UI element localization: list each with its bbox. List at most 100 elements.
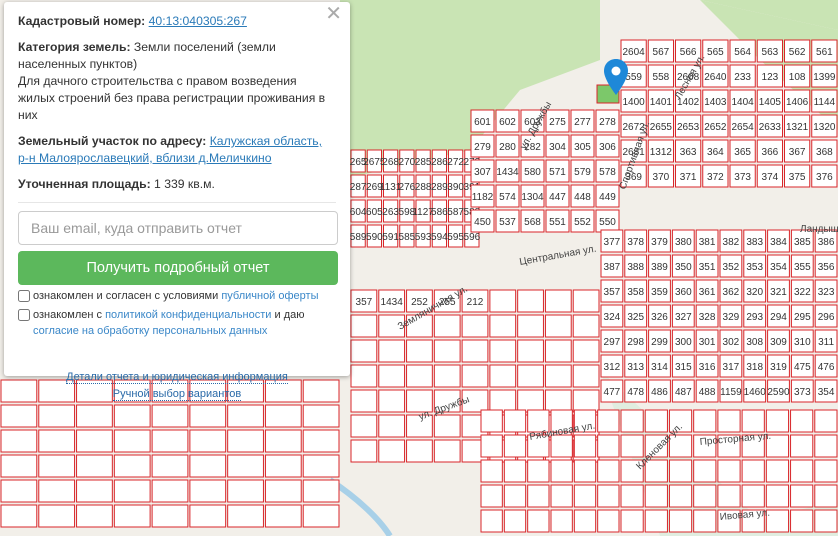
parcel[interactable] xyxy=(227,404,264,428)
parcel[interactable]: 278 xyxy=(595,109,620,133)
parcel[interactable] xyxy=(503,459,527,483)
parcel[interactable] xyxy=(814,409,838,433)
parcel[interactable] xyxy=(668,509,693,533)
parcel[interactable]: 286 xyxy=(431,149,448,173)
parcel[interactable] xyxy=(620,484,644,508)
parcel[interactable]: 319 xyxy=(767,354,790,378)
parcel[interactable] xyxy=(480,434,503,458)
parcel[interactable]: 561 xyxy=(811,39,838,63)
parcel[interactable]: 365 xyxy=(729,139,756,163)
parcel[interactable] xyxy=(544,314,572,338)
parcel[interactable]: 302 xyxy=(719,329,743,353)
parcel[interactable]: 368 xyxy=(811,139,838,163)
parcel[interactable]: 306 xyxy=(595,134,620,158)
parcel[interactable]: 312 xyxy=(600,354,624,378)
parcel[interactable] xyxy=(620,434,644,458)
parcel[interactable] xyxy=(620,509,644,533)
parcel[interactable] xyxy=(378,439,406,463)
parcel[interactable] xyxy=(38,429,76,453)
parcel[interactable] xyxy=(790,509,814,533)
parcel[interactable]: 589 xyxy=(350,224,367,248)
cadastral-number-link[interactable]: 40:13:040305:267 xyxy=(149,14,247,28)
parcel[interactable]: 309 xyxy=(767,329,790,353)
parcel[interactable]: 587 xyxy=(447,199,464,223)
parcel[interactable]: 364 xyxy=(702,139,729,163)
parcel[interactable]: 285 xyxy=(415,149,432,173)
parcel[interactable]: 350 xyxy=(671,254,695,278)
parcel[interactable]: 287 xyxy=(350,174,367,198)
parcel[interactable]: 276 xyxy=(399,174,416,198)
parcel[interactable] xyxy=(765,459,790,483)
parcel[interactable]: 314 xyxy=(648,354,671,378)
parcel[interactable] xyxy=(644,484,668,508)
parcel[interactable] xyxy=(503,484,527,508)
parcel[interactable] xyxy=(693,459,717,483)
parcel[interactable]: 373 xyxy=(729,164,756,188)
offer-link[interactable]: публичной оферты xyxy=(221,290,318,302)
parcel[interactable]: 477 xyxy=(600,379,624,403)
parcel[interactable]: 318 xyxy=(743,354,767,378)
parcel[interactable] xyxy=(378,339,406,363)
parcel[interactable] xyxy=(573,484,597,508)
parcel[interactable] xyxy=(572,314,600,338)
parcel[interactable] xyxy=(527,459,550,483)
parcel[interactable] xyxy=(489,339,517,363)
parcel[interactable]: 355 xyxy=(790,254,814,278)
parcel[interactable] xyxy=(717,459,741,483)
parcel[interactable]: 376 xyxy=(811,164,838,188)
parcel[interactable]: 2652 xyxy=(702,114,729,138)
parcel[interactable] xyxy=(302,404,340,428)
parcel[interactable]: 307 xyxy=(470,159,495,183)
parcel[interactable] xyxy=(573,459,597,483)
parcel[interactable] xyxy=(227,454,264,478)
parcel[interactable]: 580 xyxy=(520,159,545,183)
parcel[interactable] xyxy=(517,364,544,388)
parcel[interactable]: 563 xyxy=(756,39,783,63)
parcel[interactable] xyxy=(350,389,378,413)
parcel[interactable] xyxy=(489,314,517,338)
parcel[interactable] xyxy=(790,484,814,508)
parcel[interactable]: 373 xyxy=(790,379,814,403)
manual-selection-link[interactable]: Ручной выбор вариантов xyxy=(112,388,242,401)
parcel[interactable] xyxy=(350,439,378,463)
parcel[interactable] xyxy=(765,409,790,433)
parcel[interactable] xyxy=(378,389,406,413)
parcel[interactable]: 562 xyxy=(784,39,811,63)
parcel[interactable]: 359 xyxy=(648,279,671,303)
parcel[interactable] xyxy=(517,339,544,363)
parcel[interactable]: 379 xyxy=(648,229,671,253)
parcel[interactable] xyxy=(38,454,76,478)
parcel[interactable] xyxy=(572,389,600,413)
parcel[interactable]: 591 xyxy=(382,224,399,248)
parcel[interactable]: 362 xyxy=(719,279,743,303)
parcel[interactable] xyxy=(227,504,264,528)
parcel[interactable] xyxy=(350,414,378,438)
parcel[interactable] xyxy=(189,504,227,528)
parcel[interactable]: 568 xyxy=(520,209,545,233)
parcel[interactable]: 288 xyxy=(415,174,432,198)
parcel[interactable] xyxy=(668,459,693,483)
parcel[interactable]: 317 xyxy=(719,354,743,378)
parcel[interactable]: 537 xyxy=(495,209,520,233)
parcel[interactable]: 361 xyxy=(695,279,719,303)
parcel[interactable]: 297 xyxy=(600,329,624,353)
parcel[interactable] xyxy=(350,314,378,338)
email-input[interactable] xyxy=(18,211,338,245)
parcel[interactable] xyxy=(717,484,741,508)
parcel[interactable]: 449 xyxy=(595,184,620,208)
parcel[interactable]: 604 xyxy=(350,199,367,223)
parcel[interactable] xyxy=(517,389,544,413)
parcel[interactable]: 357 xyxy=(350,289,378,313)
parcel[interactable]: 293 xyxy=(743,304,767,328)
parcel[interactable]: 352 xyxy=(719,254,743,278)
parcel[interactable]: 329 xyxy=(719,304,743,328)
parcel[interactable]: 360 xyxy=(671,279,695,303)
get-report-button[interactable]: Получить подробный отчет xyxy=(18,251,338,285)
report-details-link[interactable]: Детали отчета и юридическая информация xyxy=(66,371,288,384)
parcel[interactable] xyxy=(480,484,503,508)
parcel[interactable] xyxy=(597,409,620,433)
parcel[interactable] xyxy=(741,484,765,508)
parcel[interactable] xyxy=(0,479,38,503)
parcel[interactable] xyxy=(151,429,189,453)
parcel[interactable] xyxy=(76,479,113,503)
